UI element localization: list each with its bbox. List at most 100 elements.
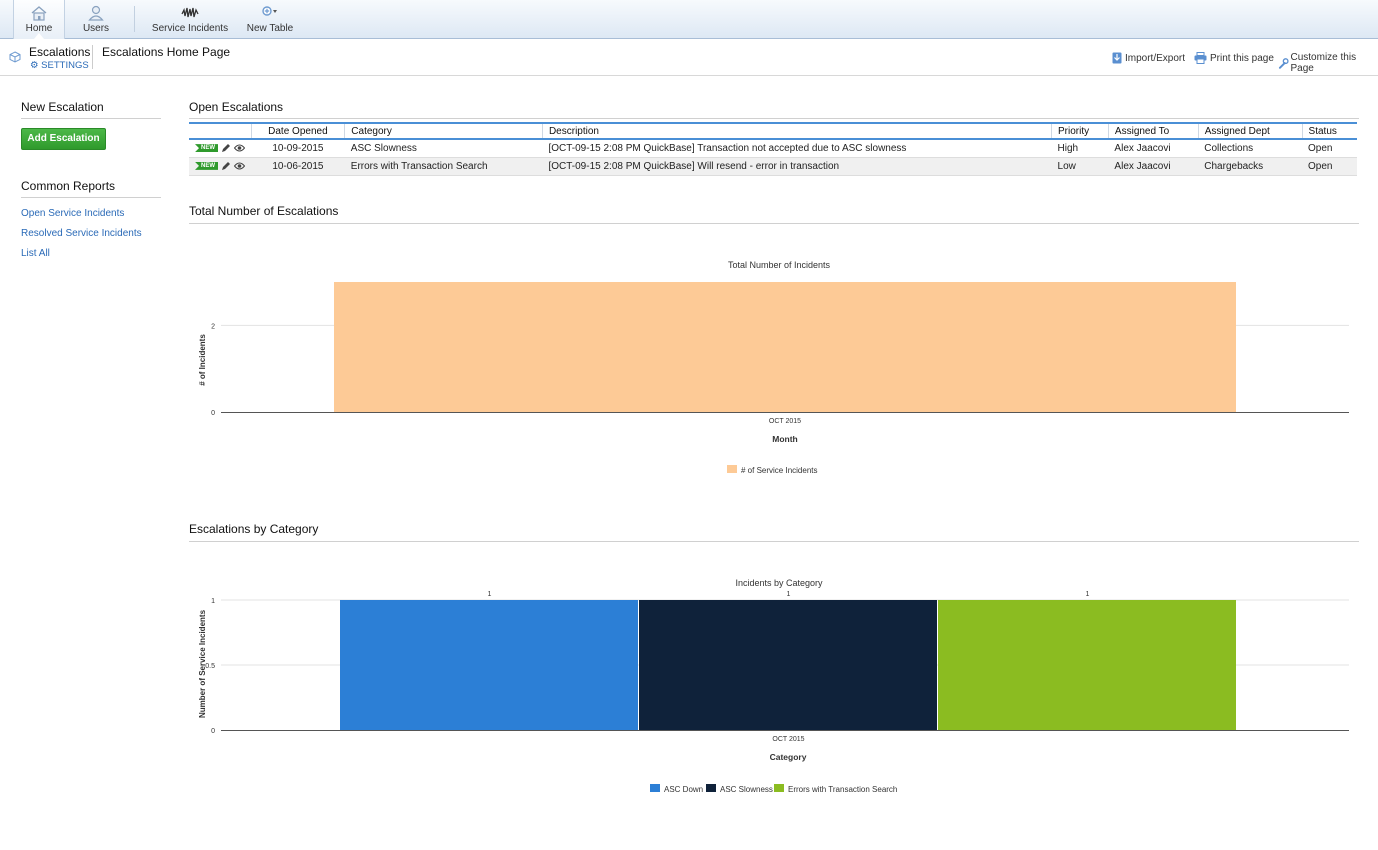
column-header-status[interactable]: Status (1301, 122, 1357, 140)
divider (189, 118, 1359, 119)
table-row[interactable]: NEW 10-09-2015 ASC Slowness [OCT-09-15 2… (189, 139, 1357, 158)
tab-service-incidents-label: Service Incidents (151, 23, 229, 34)
tab-new-table[interactable]: New Table (244, 0, 296, 39)
tab-users-label: Users (82, 23, 110, 34)
cell-date-opened: 10-09-2015 (251, 139, 345, 158)
y-axis-label: Number of Service Incidents (198, 609, 207, 718)
active-tab-caret (34, 33, 44, 39)
y-axis-label: # of Incidents (198, 334, 207, 386)
bar (334, 282, 1236, 412)
y-tick-label: 0 (211, 728, 215, 735)
column-header-assigned-dept[interactable]: Assigned Dept (1197, 122, 1303, 140)
cell-date-opened: 10-06-2015 (251, 157, 345, 176)
top-nav: Home Users Service Incidents New Table (0, 0, 1378, 39)
add-escalation-button[interactable]: Add Escalation (21, 128, 106, 150)
new-table-icon (262, 6, 277, 16)
y-tick-label: 2 (211, 323, 215, 330)
bar (340, 600, 638, 730)
print-page-button[interactable]: Print this page (1194, 52, 1274, 64)
tab-users[interactable]: Users (70, 0, 122, 39)
print-page-label: Print this page (1210, 52, 1274, 64)
cell-category: ASC Slowness (344, 139, 543, 158)
row-actions: NEW (189, 157, 251, 176)
app-cube-icon (9, 51, 21, 63)
new-escalation-heading: New Escalation (21, 100, 104, 114)
tab-service-incidents[interactable]: Service Incidents (150, 0, 230, 39)
new-badge: NEW (195, 161, 218, 170)
chart-legend: # of Service Incidents (727, 465, 817, 475)
bar (938, 600, 1236, 730)
customize-page-label: Customize this Page (1290, 52, 1357, 74)
column-header-date-opened[interactable]: Date Opened (250, 122, 345, 140)
column-header-description[interactable]: Description (541, 122, 1052, 140)
app-name[interactable]: Escalations (29, 45, 90, 59)
chart-title: Incidents by Category (735, 578, 823, 588)
cell-assigned-to: Alex Jaacovi (1108, 139, 1199, 158)
nav-separator (134, 6, 135, 32)
data-label: 1 (787, 591, 791, 598)
home-icon (31, 6, 47, 21)
divider (21, 118, 161, 119)
import-export-label: Import/Export (1125, 52, 1186, 64)
open-escalations-heading: Open Escalations (189, 100, 284, 114)
legend-swatch (727, 465, 737, 473)
cell-assigned-dept: Chargebacks (1198, 157, 1303, 176)
cell-assigned-to: Alex Jaacovi (1108, 157, 1199, 176)
category-escalations-heading: Escalations by Category (189, 522, 319, 536)
cell-status: Open (1302, 157, 1357, 176)
data-label: 1 (488, 591, 492, 598)
cell-description: [OCT-09-15 2:08 PM QuickBase] Will resen… (542, 157, 1052, 176)
table-row[interactable]: NEW 10-06-2015 Errors with Transaction S… (189, 157, 1357, 176)
cell-assigned-dept: Collections (1198, 139, 1303, 158)
legend-label: # of Service Incidents (741, 466, 817, 475)
column-header-assigned-to[interactable]: Assigned To (1107, 122, 1199, 140)
page-header: Escalations ⚙ SETTINGS Escalations Home … (0, 40, 1378, 76)
column-header-category[interactable]: Category (344, 122, 543, 140)
table-header-row: Date Opened Category Description Priorit… (189, 122, 1357, 140)
divider (189, 223, 1359, 224)
x-tick-label: OCT 2015 (772, 736, 804, 743)
import-export-icon (1112, 52, 1122, 64)
column-header-priority[interactable]: Priority (1051, 122, 1109, 140)
total-escalations-heading: Total Number of Escalations (189, 204, 339, 218)
cell-description: [OCT-09-15 2:08 PM QuickBase] Transactio… (542, 139, 1052, 158)
report-link-list-all[interactable]: List All (21, 248, 50, 259)
import-export-button[interactable]: Import/Export (1112, 52, 1185, 64)
x-tick-label: OCT 2015 (769, 418, 801, 425)
cell-status: Open (1302, 139, 1357, 158)
chart-title: Total Number of Incidents (728, 260, 831, 270)
pencil-icon[interactable] (221, 143, 231, 153)
report-link-open-service-incidents[interactable]: Open Service Incidents (21, 208, 124, 219)
pencil-icon[interactable] (221, 161, 231, 171)
legend-label: ASC Slowness (720, 785, 773, 794)
x-axis-label: Category (770, 752, 807, 762)
cell-priority: Low (1051, 157, 1109, 176)
page-title: Escalations Home Page (102, 45, 231, 59)
divider (189, 541, 1359, 542)
wrench-icon (1278, 57, 1289, 69)
report-link-resolved-service-incidents[interactable]: Resolved Service Incidents (21, 228, 142, 239)
legend-swatch (706, 784, 716, 792)
y-tick-label: 0 (211, 410, 215, 417)
x-axis-label: Month (772, 434, 798, 444)
customize-page-button[interactable]: Customize this Page (1278, 52, 1378, 74)
settings-link[interactable]: ⚙ SETTINGS (30, 60, 89, 71)
common-reports-heading: Common Reports (21, 179, 116, 193)
new-badge: NEW (195, 144, 218, 153)
user-icon (88, 5, 104, 21)
divider (21, 197, 161, 198)
open-escalations-table: Date Opened Category Description Priorit… (189, 122, 1357, 176)
legend-label: Errors with Transaction Search (788, 785, 897, 794)
eye-icon[interactable] (234, 162, 245, 170)
actions-column-header (189, 122, 251, 140)
cell-priority: High (1051, 139, 1109, 158)
cell-category: Errors with Transaction Search (344, 157, 543, 176)
settings-label: SETTINGS (41, 60, 89, 71)
tab-new-table-label: New Table (246, 23, 294, 34)
total-incidents-chart: Total Number of Incidents 0 2 OCT 2015 Mo… (198, 260, 1349, 475)
legend-label: ASC Down (664, 785, 703, 794)
incidents-icon (181, 7, 199, 18)
legend-swatch (774, 784, 784, 792)
data-label: 1 (1086, 591, 1090, 598)
eye-icon[interactable] (234, 144, 245, 152)
